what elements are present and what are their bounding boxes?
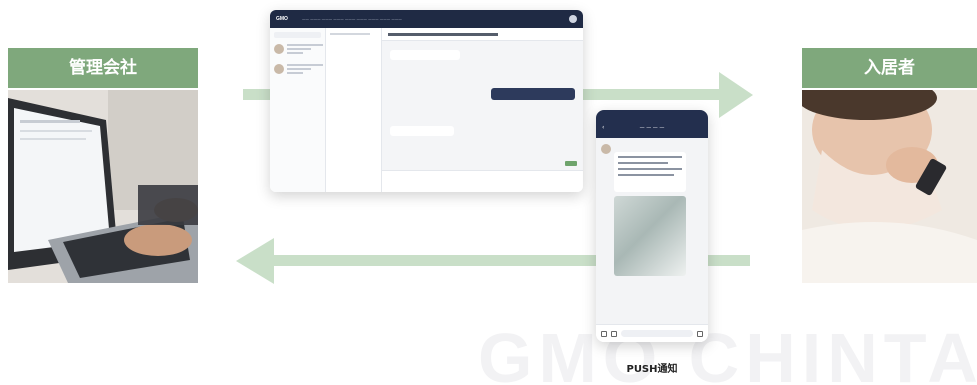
push-notification-label: PUSH通知 <box>626 364 678 375</box>
phone-title: — — — — <box>639 125 665 131</box>
resident-label: 入居者 <box>802 48 977 88</box>
laptop-photo <box>8 90 198 283</box>
app-logo: GMO <box>276 16 288 22</box>
property-column <box>326 28 382 192</box>
user-avatar <box>569 15 577 23</box>
attached-photo <box>614 196 686 276</box>
conversation-list <box>270 28 326 192</box>
watermark-text: GMO CHINTAI <box>478 319 977 385</box>
management-company-label: 管理会社 <box>8 48 198 88</box>
message-bubble <box>614 152 686 192</box>
smartphone-user-photo <box>802 90 977 283</box>
desktop-chat-screen: GMO —— ——— ——— ——— ——— ——— ——— ——— ——— <box>270 10 583 192</box>
nav-menu: —— ——— ——— ——— ——— ——— ——— ——— ——— <box>301 17 402 21</box>
phone-input-bar <box>596 324 708 342</box>
phone-header: ‹ — — — — <box>596 110 708 138</box>
chat-panel <box>382 28 583 192</box>
desktop-nav-bar: GMO —— ——— ——— ——— ——— ——— ——— ——— ——— <box>270 10 583 28</box>
phone-chat-body <box>596 138 708 324</box>
phone-chat-screen: ‹ — — — — <box>596 110 708 342</box>
